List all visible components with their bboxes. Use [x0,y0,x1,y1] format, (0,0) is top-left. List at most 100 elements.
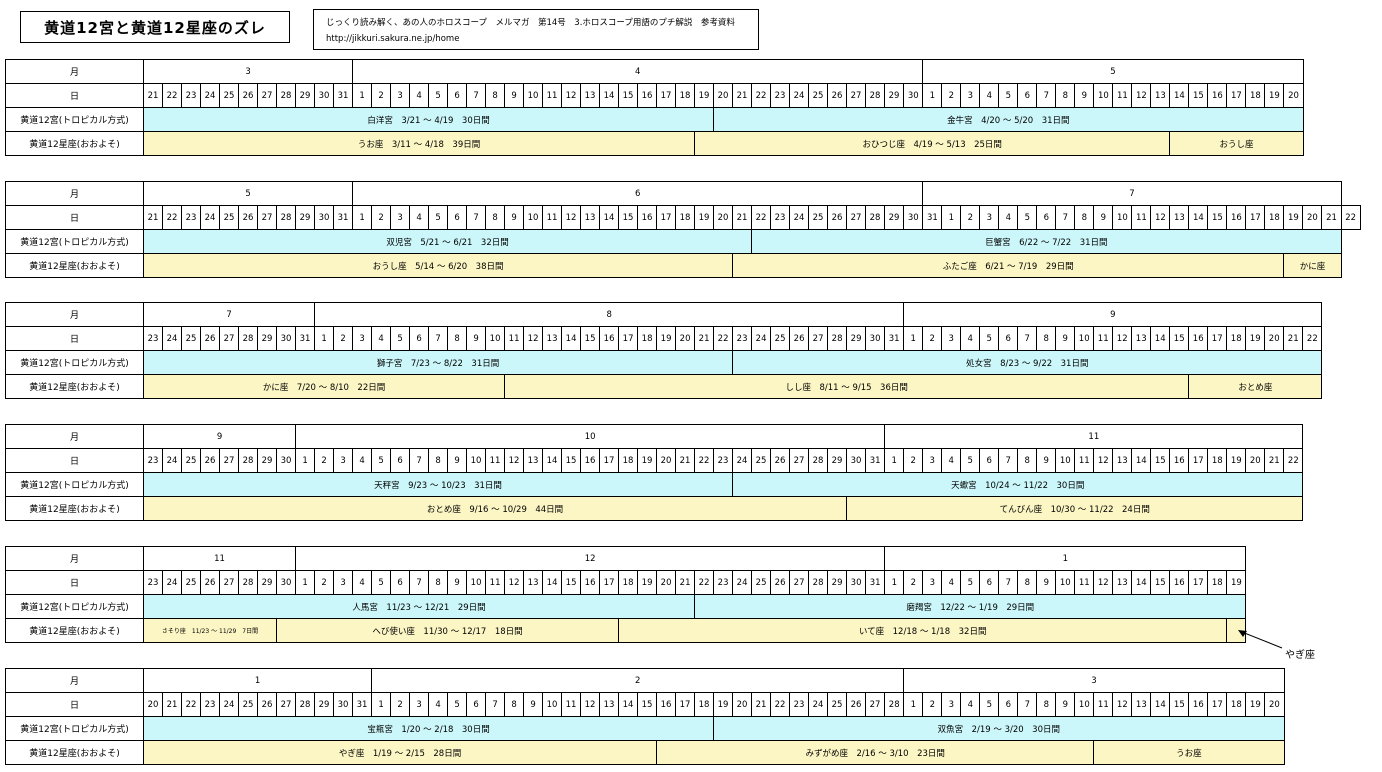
day-row-label: 日 [5,83,144,108]
day-cell: 16 [1169,570,1190,595]
tropical-row: 黄道12宮(トロピカル方式) 天秤宮 9/23 ～ 10/23 31日間 天蠍宮 1… [5,472,1304,497]
day-cell: 29 [884,205,905,230]
day-cell: 23 [143,448,163,473]
day-cell: 19 [694,205,715,230]
sidereal-constellation-cell: ふたご座 6/21 ～ 7/19 29日間 [732,253,1285,278]
day-cell: 13 [523,448,544,473]
day-cell: 10 [523,83,544,108]
day-cell: 12 [561,83,582,108]
day-cell: 18 [1245,83,1266,108]
day-cell: 27 [789,448,810,473]
info-line-title: じっくり読み解く、あの人のホロスコープ メルマガ 第14号 3.ホロスコープ用語… [326,18,735,28]
day-cell: 17 [1207,326,1228,351]
day-cell: 20 [675,326,696,351]
day-cell: 4 [352,570,373,595]
day-cell: 17 [599,448,620,473]
day-cell: 9 [447,448,468,473]
day-cell: 19 [637,448,658,473]
sidereal-constellation-cell: しし座 8/11 ～ 9/15 36日間 [504,374,1190,399]
day-cell: 17 [1188,570,1209,595]
day-cell: 9 [1055,692,1076,717]
day-cell: 13 [580,83,601,108]
day-cell: 24 [219,692,239,717]
sidereal-row-label: 黄道12星座(おおよそ) [5,253,144,278]
day-cell: 5 [428,205,449,230]
sidereal-constellation-cell: さそり座 11/23 ～ 11/29 7日間 [143,618,277,643]
day-cell: 21 [732,205,753,230]
day-cell: 6 [1017,83,1038,108]
day-cell: 24 [808,692,829,717]
day-cell: 3 [333,448,354,473]
day-cell: 1 [903,326,924,351]
day-cell: 10 [485,326,506,351]
day-cell: 5 [979,326,1000,351]
day-cell: 18 [618,448,639,473]
day-cell: 21 [732,83,753,108]
day-cell: 23 [789,692,810,717]
day-cell: 26 [257,692,277,717]
day-cell: 5 [960,448,981,473]
day-cell: 10 [466,448,487,473]
day-cell: 11 [1112,83,1133,108]
day-cell: 4 [409,83,430,108]
day-cell: 11 [485,570,506,595]
day-cell: 6 [466,692,487,717]
day-cell: 1 [941,205,962,230]
day-cell: 2 [371,83,392,108]
day-cell: 1 [884,448,905,473]
sidereal-row-label: 黄道12星座(おおよそ) [5,374,144,399]
day-cell: 21 [143,83,163,108]
day-cell: 8 [1074,205,1095,230]
day-cell: 23 [770,205,791,230]
day-cell: 3 [390,205,411,230]
tropical-row: 黄道12宮(トロピカル方式) 白洋宮 3/21 ～ 4/19 30日間 金牛宮 4/… [5,107,1304,132]
day-cell: 30 [903,83,924,108]
day-cell: 7 [466,83,487,108]
day-cell: 8 [1017,570,1038,595]
day-cell: 15 [580,326,601,351]
day-cell: 6 [447,205,468,230]
day-cell: 16 [1169,448,1190,473]
sidereal-constellation-cell: てんびん座 10/30 ～ 11/22 24日間 [846,496,1304,521]
sidereal-constellation-cell: いて座 12/18 ～ 1/18 32日間 [618,618,1228,643]
day-cell: 24 [162,448,182,473]
day-row: 日 23 24 25 26 27 28 29 30 1 2 3 4 5 6 7 8 9 10 11 12 13 14 15 16… [5,570,1247,595]
day-cell: 29 [295,83,315,108]
day-cell: 28 [276,205,296,230]
day-cell: 22 [1340,205,1361,230]
day-cell: 4 [428,692,449,717]
day-cell: 28 [238,326,258,351]
day-cell: 18 [1264,205,1285,230]
day-cell: 30 [846,570,867,595]
tropical-sign-cell: 獅子宮 7/23 ～ 8/22 31日間 [142,350,734,375]
day-cell: 12 [561,205,582,230]
day-cell: 27 [808,326,829,351]
day-cell: 18 [1207,570,1228,595]
day-cell: 31 [865,448,886,473]
day-cell: 18 [694,692,715,717]
day-cell: 18 [637,326,658,351]
day-cell: 13 [599,692,620,717]
day-cell: 8 [485,205,506,230]
day-cell: 4 [409,205,430,230]
day-cell: 13 [1131,326,1152,351]
month-row-label: 月 [5,546,144,571]
day-cell: 25 [808,83,829,108]
day-cell: 23 [143,326,163,351]
day-cell: 6 [998,692,1019,717]
day-cell: 4 [371,326,392,351]
day-cell: 15 [637,692,658,717]
day-cell: 11 [1074,448,1095,473]
month-cell: 9 [903,302,1323,327]
day-cell: 8 [504,692,525,717]
day-cell: 25 [181,326,201,351]
day-cell: 21 [143,205,163,230]
tropical-sign-cell: 宝瓶宮 1/20 ～ 2/18 30日間 [142,716,715,741]
info-line-url[interactable]: http://jikkuri.sakura.ne.jp/home [326,31,758,47]
day-cell: 26 [827,205,848,230]
day-cell: 21 [162,692,182,717]
day-cell: 17 [1207,692,1228,717]
day-cell: 6 [979,570,1000,595]
day-cell: 29 [257,448,277,473]
yagi-annotation: やぎ座 [1285,650,1315,661]
